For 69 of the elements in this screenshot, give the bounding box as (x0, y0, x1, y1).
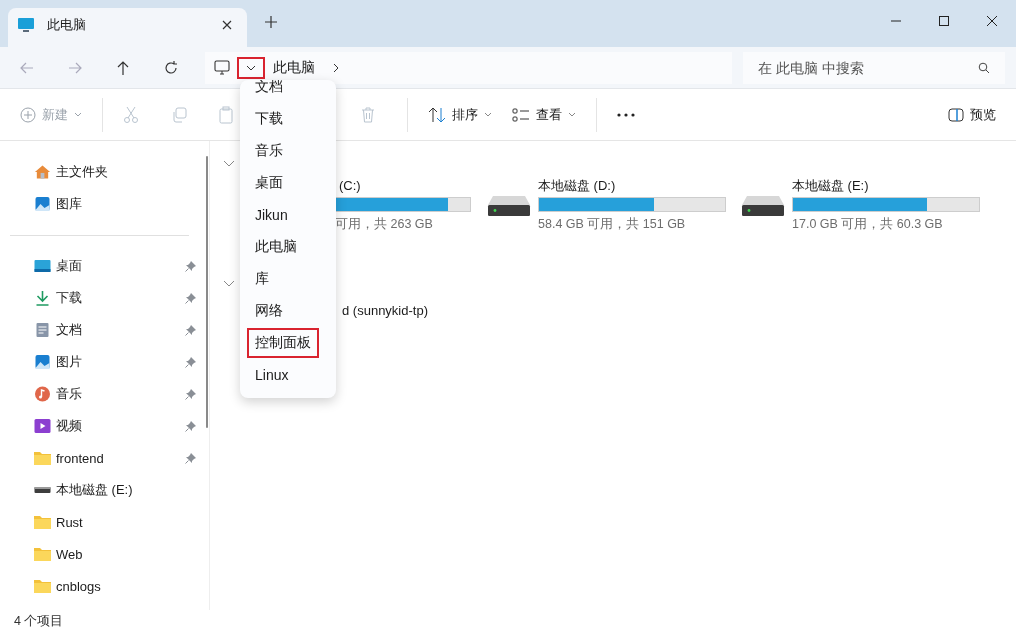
menu-item[interactable]: 桌面 (240, 167, 336, 199)
sidebar-item[interactable]: 图片 (0, 346, 209, 378)
more-icon[interactable] (617, 112, 635, 117)
new-tab-icon[interactable] (264, 15, 278, 29)
picture-icon (34, 354, 51, 370)
up-icon[interactable] (115, 59, 131, 76)
network-location[interactable]: d (sunnykid-tp) (342, 303, 1016, 318)
refresh-icon[interactable] (163, 59, 179, 76)
sidebar-item[interactable]: 音乐 (0, 378, 209, 410)
preview-button[interactable]: 预览 (948, 105, 996, 124)
search-field[interactable]: 在 此电脑 中搜索 (756, 58, 978, 77)
drive-tile[interactable]: 本地磁盘 (D:) 58.4 GB 可用，共 151 GB (487, 179, 741, 233)
clipboard-icon[interactable] (219, 105, 235, 124)
chevron-down-icon (246, 64, 256, 71)
plus-circle-icon (20, 106, 36, 123)
caret-icon (484, 112, 492, 117)
document-icon (34, 322, 51, 338)
item-count: 4 个项目 (14, 613, 64, 630)
sidebar-item[interactable]: Rust (0, 506, 209, 538)
sidebar-item[interactable]: 桌面 (0, 250, 209, 282)
folder-icon (34, 451, 51, 465)
sidebar-item[interactable]: 视频 (0, 410, 209, 442)
view-button[interactable]: 查看 (512, 105, 576, 124)
search-icon (978, 61, 990, 74)
sort-button[interactable]: 排序 (428, 105, 492, 124)
sidebar-item[interactable]: frontend (0, 442, 209, 474)
folder-icon (34, 547, 51, 561)
close-icon[interactable] (986, 15, 998, 27)
sort-arrows-icon (428, 106, 446, 123)
scrollbar[interactable] (206, 156, 208, 428)
drive-tile[interactable]: 本地磁盘 (E:) 17.0 GB 可用，共 60.3 GB (741, 179, 995, 233)
desktop-icon (34, 259, 51, 273)
sidebar-item[interactable]: Web (0, 538, 209, 570)
hard-drive-icon (741, 195, 785, 217)
menu-item[interactable]: 网络 (240, 295, 336, 327)
monitor-icon (214, 60, 230, 75)
menu-item[interactable]: 此电脑 (240, 231, 336, 263)
menu-item[interactable]: Jikun (240, 199, 336, 231)
picture-icon (34, 196, 51, 212)
caret-icon (74, 112, 82, 117)
drive-icon (34, 486, 51, 494)
chevron-right-icon[interactable] (333, 62, 339, 73)
hard-drive-icon (487, 195, 531, 217)
menu-item[interactable]: 音乐 (240, 135, 336, 167)
music-note-icon (34, 386, 51, 402)
sidebar-item[interactable]: 文档 (0, 314, 209, 346)
video-icon (34, 418, 51, 434)
menu-item[interactable]: 下载 (240, 103, 336, 135)
caret-icon (568, 112, 576, 117)
menu-item[interactable]: Linux (240, 359, 336, 391)
download-icon (34, 290, 51, 306)
dropdown-button[interactable] (237, 56, 265, 79)
sidebar-item[interactable]: 图库 (0, 188, 209, 220)
maximize-icon[interactable] (938, 15, 950, 27)
search-box[interactable]: 在 此电脑 中搜索 (743, 51, 1005, 84)
tab[interactable]: 此电脑 (8, 8, 247, 47)
breadcrumb[interactable]: 此电脑 (273, 58, 315, 77)
sidebar-item[interactable]: 本地磁盘 (E:) (0, 474, 209, 506)
sidebar-item[interactable]: 下载 (0, 282, 209, 314)
folder-icon (34, 515, 51, 529)
house-icon (34, 164, 51, 180)
folder-icon (34, 579, 51, 593)
sidebar-item[interactable]: cnblogs (0, 570, 209, 602)
sidebar-item[interactable]: 主文件夹 (0, 156, 209, 188)
list-icon (512, 107, 530, 122)
preview-pane-icon (948, 107, 964, 122)
close-tab-icon[interactable] (221, 18, 233, 31)
menu-item[interactable]: 库 (240, 263, 336, 295)
monitor-icon (17, 16, 35, 33)
